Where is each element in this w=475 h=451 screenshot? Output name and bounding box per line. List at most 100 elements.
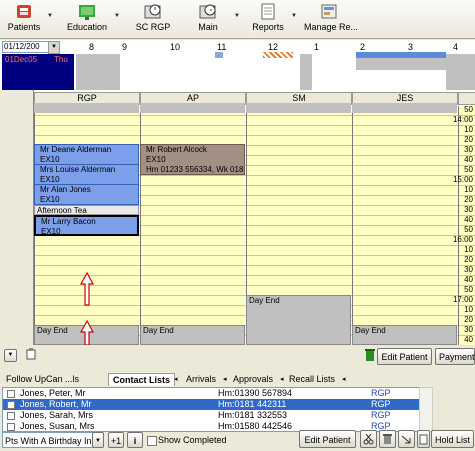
row-phone: Hm:01580 442546	[218, 421, 293, 431]
up-arrow-icon	[80, 320, 94, 345]
column-ap[interactable]	[140, 106, 246, 345]
tab-recall-lists[interactable]: Recall Lists	[285, 373, 339, 386]
row-checkbox[interactable]	[7, 412, 15, 420]
appointment-robert-alcock[interactable]: Mr Robert Alcock EX10 Hm 01233 556334, W…	[140, 144, 245, 175]
busy-block	[263, 52, 293, 58]
tab-contact-lists[interactable]: Contact Lists	[108, 373, 176, 386]
time-label: 10	[464, 125, 473, 134]
time-label: 40	[464, 275, 473, 284]
row-phone: Hm:0181 442311	[218, 399, 287, 409]
date-field[interactable]: 01/12/200	[2, 41, 51, 53]
row-checkbox[interactable]	[7, 401, 15, 409]
bottom-panel: ▼ Edit Patient Payment Follow Up Can ...…	[0, 345, 475, 451]
education-icon	[79, 5, 95, 20]
time-label: 50	[464, 165, 473, 174]
hold-button[interactable]	[417, 430, 430, 448]
list-scrollbar[interactable]	[419, 387, 433, 432]
blocked-slot	[352, 103, 457, 113]
day-end-block-ap[interactable]: Day End	[140, 325, 245, 345]
main-button[interactable]: Main	[188, 2, 228, 36]
appointment-name: Mr Robert Alcock	[146, 145, 207, 154]
cut-button[interactable]	[360, 430, 377, 448]
reports-icon	[261, 3, 275, 20]
blocked-slot	[140, 103, 245, 113]
payment-button[interactable]: Payment	[435, 348, 475, 365]
column-header-extra[interactable]	[458, 92, 475, 105]
day-end-block-sm[interactable]: Day End	[246, 295, 351, 345]
row-clinician: RGP	[371, 410, 391, 420]
appointment-louise-alderman[interactable]: Mrs Louise Alderman EX10	[34, 164, 139, 185]
patients-dropdown-icon[interactable]: ▼	[47, 13, 53, 19]
contact-list: Jones, Peter, Mr Hm:01390 567894 RGP Jon…	[2, 387, 420, 432]
plus-one-button[interactable]: +1	[108, 432, 124, 448]
time-label: 50	[464, 105, 473, 114]
date-dropdown-icon[interactable]: ▼	[48, 41, 60, 54]
time-label: 16:00	[452, 235, 473, 244]
list-item[interactable]: Jones, Susan, Mrs Hm:01580 442546 RGP	[3, 421, 419, 431]
trash-icon[interactable]	[365, 349, 375, 361]
row-checkbox[interactable]	[7, 423, 15, 431]
education-dropdown-icon[interactable]: ▼	[114, 13, 120, 19]
row-clinician: RGP	[371, 399, 391, 409]
appointment-name: Mrs Louise Alderman	[40, 165, 116, 174]
filter-select[interactable]: Pts With A Birthday In	[2, 432, 102, 448]
collapse-dropdown-icon[interactable]: ▼	[4, 349, 17, 362]
appointment-phone: Hm 01233 556334, Wk 018	[146, 165, 244, 174]
hold-list-button[interactable]: Hold List	[431, 430, 474, 448]
hour-label: 12	[268, 42, 279, 52]
time-label: 30	[464, 205, 473, 214]
appointment-deane-alderman[interactable]: Mr Deane Alderman EX10	[34, 144, 139, 165]
hold-icon	[419, 434, 428, 445]
day-name: Thu	[54, 55, 68, 64]
list-item[interactable]: Jones, Sarah, Mrs Hm:0181 332553 RGP	[3, 410, 419, 421]
hour-label: 11	[217, 42, 227, 52]
time-label: 10	[464, 305, 473, 314]
hour-label: 1	[314, 42, 320, 52]
appointment-code: EX10	[146, 155, 166, 164]
hour-label: 3	[408, 42, 414, 52]
list-item[interactable]: Jones, Peter, Mr Hm:01390 567894 RGP	[3, 388, 419, 399]
edit-patient-button[interactable]: Edit Patient	[377, 348, 432, 365]
move-button[interactable]	[398, 430, 415, 448]
appointment-larry-bacon[interactable]: Mr Larry Bacon EX10	[34, 215, 139, 236]
info-button[interactable]: i	[127, 432, 143, 448]
patients-button[interactable]: Patients	[4, 2, 44, 36]
row-phone: Hm:01390 567894	[218, 388, 293, 398]
tab-arrow-icon: ◂	[174, 376, 178, 383]
time-label: 50	[464, 285, 473, 294]
afternoon-tea-block[interactable]: Afternoon Tea	[34, 205, 139, 215]
tab-approvals[interactable]: Approvals	[229, 373, 277, 386]
time-label: 30	[464, 325, 473, 334]
manage-button[interactable]: Manage Re...	[304, 2, 358, 36]
row-checkbox[interactable]	[7, 390, 15, 398]
appointment-code: EX10	[40, 195, 60, 204]
tab-arrivals[interactable]: Arrivals	[182, 373, 220, 386]
hour-label: 8	[89, 42, 95, 52]
edit-patient-button-2[interactable]: Edit Patient	[299, 430, 356, 448]
column-jes[interactable]	[352, 106, 458, 345]
show-completed-checkbox[interactable]	[147, 436, 157, 446]
main-dropdown-icon[interactable]: ▼	[234, 13, 240, 19]
time-label: 30	[464, 265, 473, 274]
filter-value: Pts With A Birthday In	[5, 436, 92, 446]
reports-dropdown-icon[interactable]: ▼	[291, 13, 297, 19]
toolbar: Patients ▼ Education ▼ SC RGP Main ▼ Rep…	[0, 0, 475, 39]
delete-button[interactable]	[379, 430, 396, 448]
reports-button[interactable]: Reports	[250, 2, 286, 36]
hour-label: 4	[453, 42, 459, 52]
clock-calendar-icon	[144, 4, 161, 19]
sc-rgp-button[interactable]: SC RGP	[130, 2, 176, 36]
list-item-selected[interactable]: Jones, Robert, Mr Hm:0181 442311 RGP	[3, 399, 419, 410]
row-name: Jones, Sarah, Mrs	[20, 410, 94, 420]
blocked-slot	[246, 103, 351, 113]
day-end-block-jes[interactable]: Day End	[352, 325, 457, 345]
tab-cancels[interactable]: Can ...ls	[42, 373, 83, 386]
filter-dropdown-icon[interactable]: ▼	[92, 432, 104, 448]
education-button[interactable]: Education	[64, 2, 110, 36]
time-label: 40	[464, 155, 473, 164]
scissors-icon	[363, 433, 374, 445]
row-name: Jones, Susan, Mrs	[20, 421, 95, 431]
appointment-alan-jones[interactable]: Mr Alan Jones EX10	[34, 184, 139, 205]
patients-icon	[17, 5, 31, 18]
clipboard-icon[interactable]	[26, 348, 36, 360]
